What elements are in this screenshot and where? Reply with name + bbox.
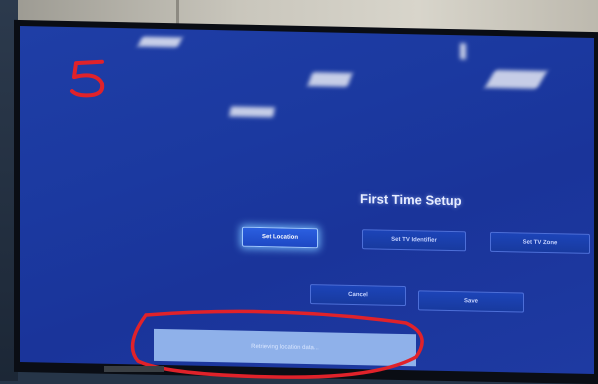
ceiling-light-reflection [484,69,548,89]
set-tv-identifier-button[interactable]: Set TV Identifier [362,229,466,252]
cancel-button[interactable]: Cancel [310,284,406,307]
ceiling-light-reflection [137,36,183,48]
set-location-button[interactable]: Set Location [242,226,318,249]
tv-cable [104,366,164,372]
ceiling-light-reflection [307,72,353,87]
save-button[interactable]: Save [418,290,524,313]
red-highlight-circle [130,309,424,379]
svg-text:5: 5 [68,57,69,58]
setup-title: First Time Setup [360,191,462,209]
ceiling-light-reflection [460,43,466,60]
handwritten-number-5: 5 [68,57,105,98]
set-tv-zone-button[interactable]: Set TV Zone [490,231,590,254]
ceiling-light-reflection [229,106,275,118]
